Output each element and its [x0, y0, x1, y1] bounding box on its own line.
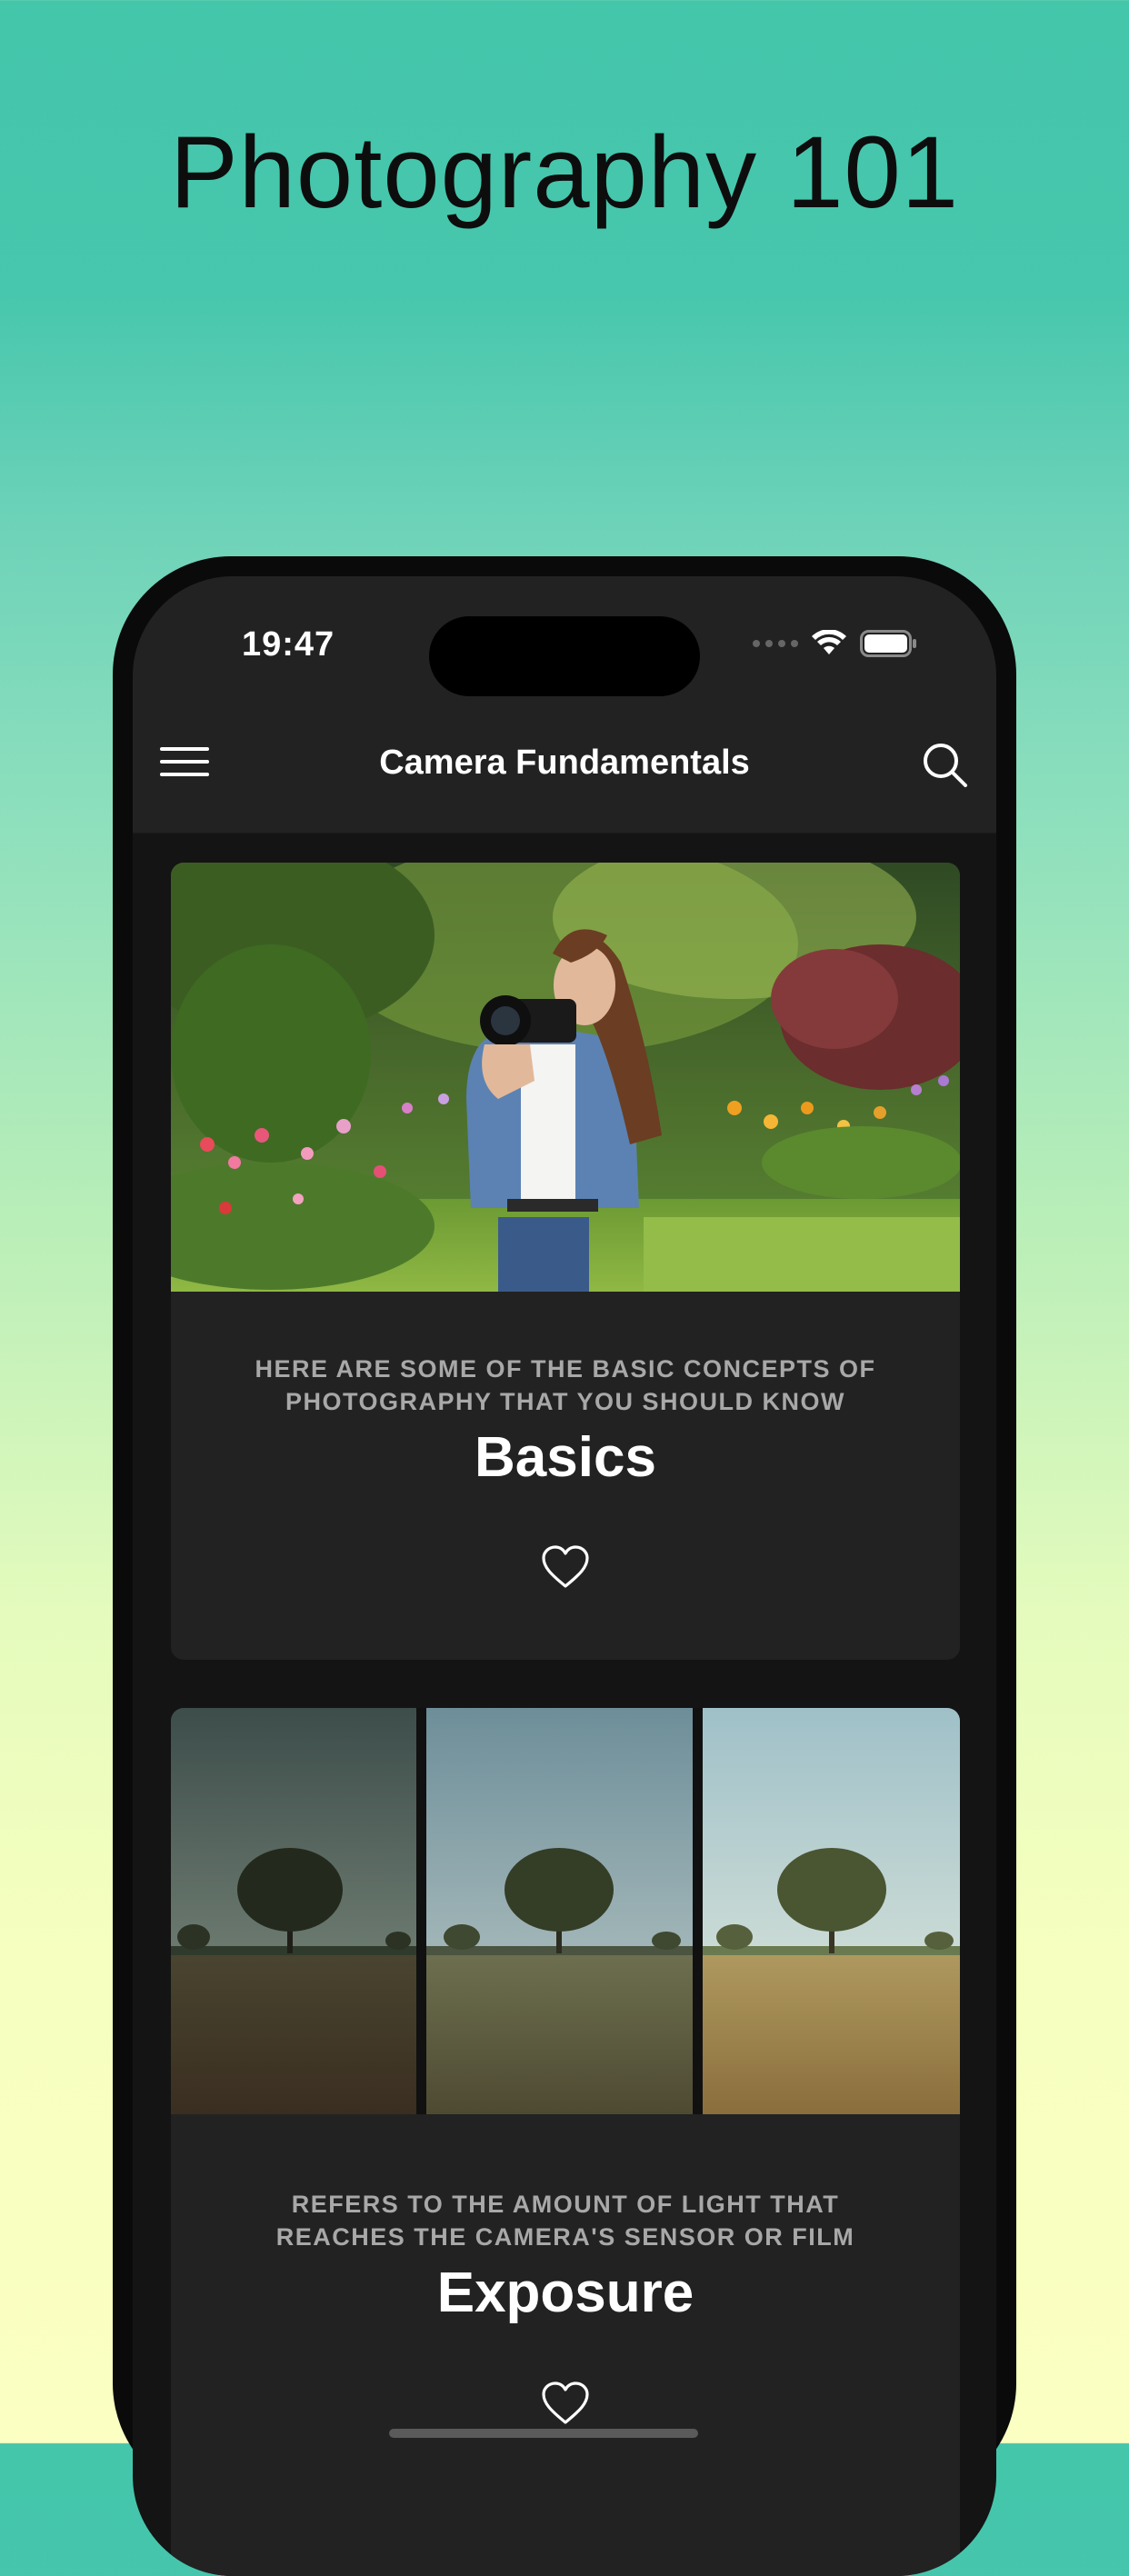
search-icon[interactable]: [920, 740, 971, 791]
phone-screen: 19:47 Camera Fundamentals HERE ARE SOME …: [133, 576, 996, 2576]
card-caption: HERE ARE SOME OF THE BASIC CONCEPTS OF P…: [255, 1355, 876, 1415]
nav-title: Camera Fundamentals: [379, 744, 750, 782]
topic-card-exposure[interactable]: REFERS TO THE AMOUNT OF LIGHT THAT REACH…: [171, 1708, 960, 2576]
status-bar: 19:47: [133, 576, 996, 704]
card-title: Exposure: [436, 2261, 694, 2324]
card-caption: REFERS TO THE AMOUNT OF LIGHT THAT REACH…: [275, 2191, 855, 2251]
topic-card-basics[interactable]: HERE ARE SOME OF THE BASIC CONCEPTS OF P…: [171, 863, 960, 1660]
status-icons: [753, 629, 918, 658]
woman-with-camera-in-garden-photo: [171, 863, 960, 1292]
status-time: 19:47: [242, 625, 335, 664]
heart-icon[interactable]: [540, 1544, 591, 1592]
home-indicator[interactable]: [389, 2429, 698, 2438]
phone-frame: 19:47 Camera Fundamentals HERE ARE SOME …: [113, 556, 1016, 2576]
dynamic-island: [429, 616, 700, 696]
navigation-bar: Camera Fundamentals: [133, 704, 996, 834]
card-title: Basics: [475, 1426, 656, 1489]
page-headline: Photography 101: [169, 115, 960, 229]
wifi-icon: [812, 630, 846, 654]
heart-icon[interactable]: [540, 2381, 591, 2428]
cellular-signal-icon: [753, 640, 798, 647]
tree-field-three-exposures-photo: [171, 1708, 960, 2114]
battery-icon: [860, 630, 916, 657]
